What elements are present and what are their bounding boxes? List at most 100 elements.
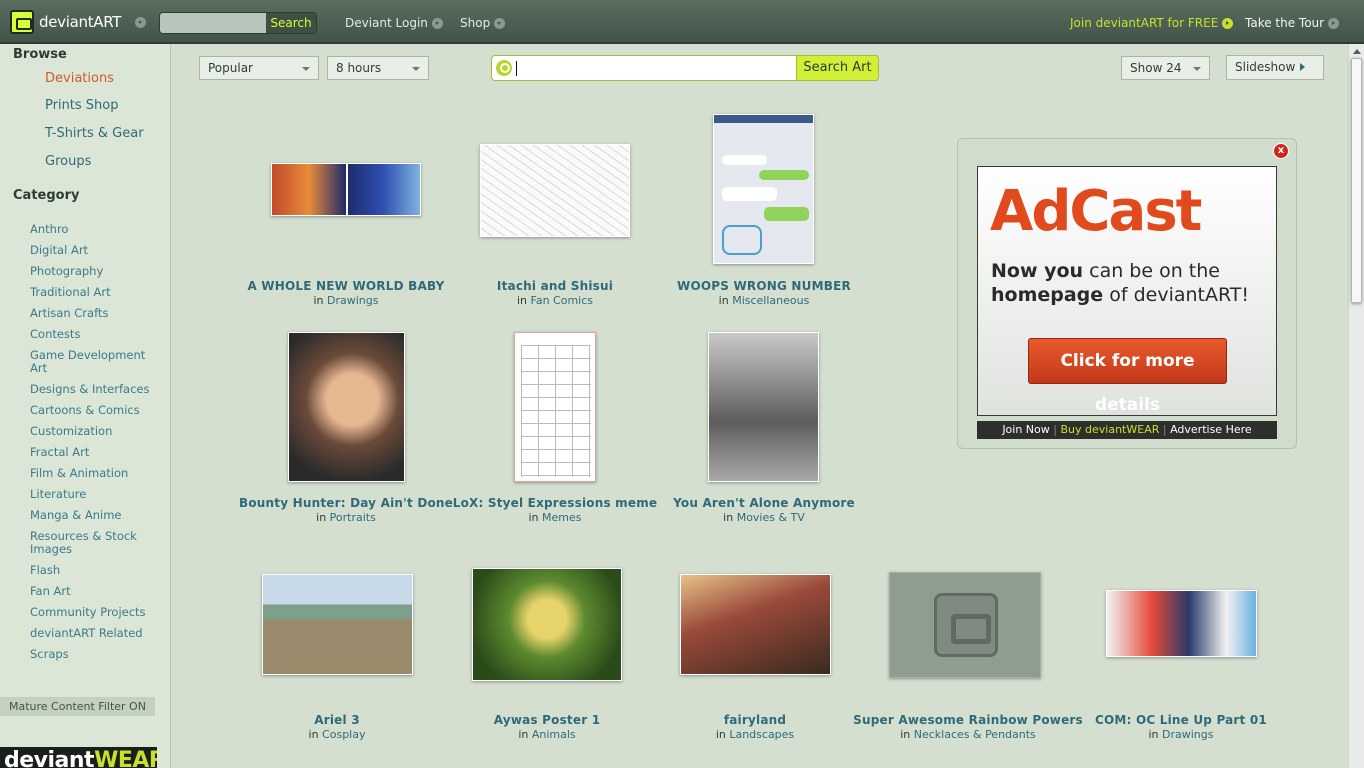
- category-item[interactable]: Game Development Art: [30, 349, 160, 375]
- scroll-up-icon[interactable]: [1353, 49, 1361, 54]
- category-item[interactable]: deviantART Related: [30, 627, 160, 640]
- category-link[interactable]: Animals: [532, 728, 576, 741]
- deviantart-logo-icon: [10, 10, 34, 34]
- deviation-thumbnail[interactable]: [288, 332, 405, 482]
- in-word: in: [516, 294, 528, 307]
- play-icon: [1300, 63, 1305, 71]
- category-link[interactable]: Cosplay: [322, 728, 365, 741]
- category-item[interactable]: Artisan Crafts: [30, 307, 160, 320]
- time-dropdown[interactable]: 8 hours: [327, 56, 429, 80]
- deviation-title[interactable]: Bounty Hunter: Day Ain't Done: [236, 496, 456, 510]
- deviation-title[interactable]: LoX: Styel Expressions meme: [445, 496, 665, 510]
- category-item[interactable]: Fractal Art: [30, 446, 160, 459]
- browse-item-deviations[interactable]: Deviations: [45, 71, 114, 86]
- ad-cta-button[interactable]: Click for more details: [1028, 338, 1227, 415]
- category-item[interactable]: Traditional Art: [30, 286, 160, 299]
- category-link[interactable]: Drawings: [327, 294, 378, 307]
- search-input[interactable]: [516, 61, 517, 76]
- chevron-down-icon[interactable]: [135, 17, 146, 28]
- deviant-login-link[interactable]: Deviant Login: [345, 16, 443, 30]
- shop-menu[interactable]: Shop: [460, 16, 506, 30]
- chevron-down-icon: [431, 18, 443, 29]
- show-count-dropdown[interactable]: Show 24: [1121, 56, 1210, 80]
- category-item[interactable]: Scraps: [30, 648, 160, 661]
- deviation-category: in Animals: [447, 728, 647, 741]
- mature-filter-toggle[interactable]: Mature Content Filter ON: [0, 697, 155, 716]
- deviation-thumbnail[interactable]: [271, 163, 421, 216]
- category-link[interactable]: Memes: [542, 511, 581, 524]
- show-count-value: Show 24: [1130, 61, 1182, 75]
- sort-dropdown[interactable]: Popular: [199, 56, 319, 80]
- deviation-title[interactable]: fairyland: [655, 713, 855, 727]
- in-word: in: [316, 511, 327, 524]
- deviation-thumbnail[interactable]: [480, 144, 630, 237]
- category-item[interactable]: Resources & Stock Images: [30, 530, 160, 556]
- deviation-thumbnail[interactable]: [472, 568, 622, 681]
- deviation-thumbnail[interactable]: [708, 332, 819, 482]
- category-item[interactable]: Flash: [30, 564, 160, 577]
- category-link[interactable]: Movies & TV: [737, 511, 805, 524]
- close-icon[interactable]: x: [1273, 143, 1289, 159]
- category-link[interactable]: Portraits: [330, 511, 376, 524]
- deviation-thumbnail[interactable]: [514, 332, 596, 482]
- category-link[interactable]: Fan Comics: [531, 294, 594, 307]
- top-search-button[interactable]: Search: [266, 13, 316, 33]
- ad-tagline-1-rest: can be on the: [1083, 260, 1220, 282]
- deviantart-logo[interactable]: deviantART: [10, 10, 121, 34]
- deviation-title[interactable]: COM: OC Line Up Part 01: [1081, 713, 1281, 727]
- category-item[interactable]: Customization: [30, 425, 160, 438]
- category-heading: Category: [13, 188, 80, 203]
- deviantwear-banner[interactable]: deviantWEAR: [0, 747, 157, 768]
- category-item[interactable]: Digital Art: [30, 244, 160, 257]
- buy-deviantwear-link[interactable]: Buy deviantWEAR: [1061, 423, 1160, 436]
- category-link[interactable]: Drawings: [1162, 728, 1213, 741]
- category-link[interactable]: Landscapes: [729, 728, 794, 741]
- browse-item-groups[interactable]: Groups: [45, 154, 91, 169]
- chevron-right-icon: [1327, 18, 1339, 29]
- sort-value: Popular: [208, 61, 253, 75]
- category-item[interactable]: Film & Animation: [30, 467, 160, 480]
- adcast-ad[interactable]: AdCast Now you can be on the homepage of…: [977, 166, 1277, 416]
- deviation-thumbnail[interactable]: [680, 574, 831, 675]
- deviation-title[interactable]: Itachi and Shisui: [455, 279, 655, 293]
- category-item[interactable]: Anthro: [30, 223, 160, 236]
- advertise-here-link[interactable]: Advertise Here: [1170, 423, 1252, 436]
- deviation-thumbnail[interactable]: [713, 114, 814, 264]
- in-word: in: [518, 728, 529, 741]
- tour-link[interactable]: Take the Tour: [1245, 16, 1339, 30]
- deviation-title[interactable]: A WHOLE NEW WORLD BABY: [246, 279, 446, 293]
- join-now-link[interactable]: Join Now: [1002, 423, 1049, 436]
- message-bubble: [722, 155, 767, 165]
- category-item[interactable]: Designs & Interfaces: [30, 383, 160, 396]
- deviation-category: in Drawings: [246, 294, 446, 307]
- deviation-title[interactable]: WOOPS WRONG NUMBER: [664, 279, 864, 293]
- chevron-right-icon: [1222, 18, 1234, 29]
- browse-item-prints-shop[interactable]: Prints Shop: [45, 98, 119, 113]
- category-link[interactable]: Miscellaneous: [732, 294, 809, 307]
- deviation-title[interactable]: You Aren't Alone Anymore: [654, 496, 874, 510]
- deviation-thumbnail[interactable]: [262, 574, 413, 675]
- deviation-title[interactable]: Super Awesome Rainbow Powers: [853, 713, 1083, 727]
- ad-tagline-2: homepage of deviantART!: [991, 284, 1249, 306]
- category-item[interactable]: Manga & Anime: [30, 509, 160, 522]
- deviation-title[interactable]: Ariel 3: [237, 713, 437, 727]
- category-item[interactable]: Cartoons & Comics: [30, 404, 160, 417]
- browse-item-tshirts[interactable]: T-Shirts & Gear: [45, 126, 144, 141]
- scrollbar-thumb[interactable]: [1351, 58, 1362, 303]
- category-item[interactable]: Literature: [30, 488, 160, 501]
- category-item[interactable]: Fan Art: [30, 585, 160, 598]
- scrollbar[interactable]: [1348, 44, 1364, 768]
- search-art-button[interactable]: Search Art: [796, 56, 878, 80]
- slideshow-button[interactable]: Slideshow: [1226, 55, 1324, 80]
- join-link[interactable]: Join deviantART for FREE: [1070, 16, 1234, 30]
- message-bubble: [764, 207, 809, 221]
- category-item[interactable]: Contests: [30, 328, 160, 341]
- category-item[interactable]: Community Projects: [30, 606, 160, 619]
- browse-heading: Browse: [13, 47, 67, 62]
- category-link[interactable]: Necklaces & Pendants: [914, 728, 1036, 741]
- category-item[interactable]: Photography: [30, 265, 160, 278]
- deviation-title[interactable]: Aywas Poster 1: [447, 713, 647, 727]
- top-search-input[interactable]: [160, 13, 266, 33]
- deviation-thumbnail[interactable]: [1106, 590, 1257, 657]
- deviation-thumbnail[interactable]: [889, 572, 1041, 678]
